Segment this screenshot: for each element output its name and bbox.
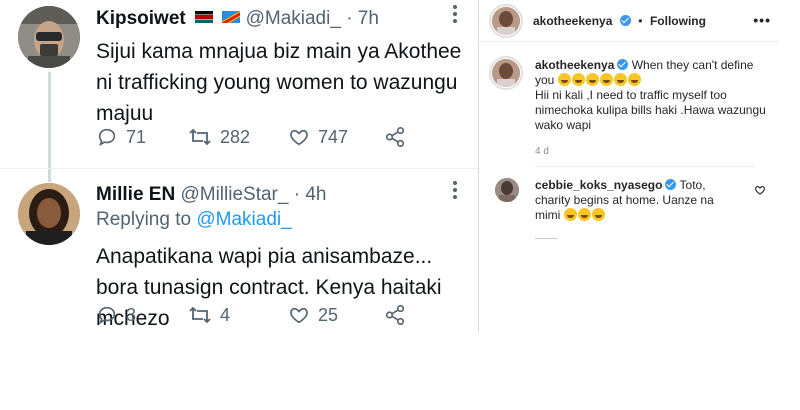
retweet-icon — [189, 128, 211, 146]
display-name[interactable]: Kipsoiwet — [96, 8, 186, 29]
verified-badge-icon — [617, 59, 629, 70]
comment-like-heart-icon[interactable] — [754, 183, 766, 201]
tweet-actions: 3 4 25 — [96, 304, 426, 332]
twitter-thread: Kipsoiwet @Makiadi_ · 7h Sijui kama mnaj… — [0, 0, 478, 336]
post-username[interactable]: akotheekenya — [533, 14, 612, 28]
tweet-actions: 71 282 747 — [96, 126, 426, 154]
user-handle[interactable]: @MillieStar_ — [180, 184, 288, 205]
user-handle[interactable]: @Makiadi_ — [246, 8, 341, 29]
comment: cebbie_koks_nyasego Toto, charity begins… — [535, 178, 735, 223]
tweet-time[interactable]: · 4h — [294, 184, 327, 205]
reply-count: 3 — [126, 304, 137, 325]
tweet-header: Millie EN @MillieStar_ · 4h — [96, 183, 326, 207]
retweet-button[interactable]: 282 — [188, 126, 250, 148]
more-options-icon[interactable] — [452, 180, 458, 206]
verified-badge-icon — [619, 15, 631, 26]
caption-avatar[interactable] — [492, 59, 520, 87]
retweet-count: 282 — [220, 126, 251, 147]
thread-connector — [48, 72, 51, 182]
like-button[interactable]: 747 — [288, 126, 348, 148]
reply-count: 71 — [126, 126, 147, 147]
mention-link[interactable]: @Makiadi_ — [196, 209, 291, 230]
avatar[interactable] — [18, 183, 80, 245]
like-button[interactable]: 25 — [288, 304, 338, 326]
instagram-post-comments: akotheekenya • Following ••• akotheekeny… — [478, 0, 779, 332]
reply-icon — [98, 306, 116, 325]
congo-flag-icon — [222, 11, 241, 23]
header-info: akotheekenya • Following — [533, 12, 706, 30]
caption-line2: Hii ni kali ,I need to traffic myself to… — [535, 88, 766, 132]
commenter-username[interactable]: cebbie_koks_nyasego — [535, 178, 662, 192]
laughing-emoji-icon — [563, 208, 606, 222]
share-icon — [385, 305, 405, 325]
view-replies-line[interactable] — [535, 238, 557, 239]
retweet-button[interactable]: 4 — [188, 304, 230, 326]
separator-dot: • — [638, 14, 643, 28]
laughing-emoji-icon — [557, 73, 642, 87]
caption-username[interactable]: akotheekenya — [535, 58, 614, 72]
avatar[interactable] — [492, 7, 520, 35]
post-caption: akotheekenya When they can't define you … — [535, 58, 773, 133]
share-button[interactable] — [384, 126, 406, 148]
ellipsis-icon[interactable]: ••• — [753, 12, 771, 28]
avatar[interactable] — [18, 6, 80, 68]
kenya-flag-icon — [195, 11, 214, 23]
verified-badge-icon — [665, 179, 677, 190]
retweet-count: 4 — [220, 304, 231, 325]
tweet[interactable]: Kipsoiwet @Makiadi_ · 7h Sijui kama mnaj… — [0, 0, 478, 182]
like-count: 747 — [318, 126, 349, 147]
post-header: akotheekenya • Following ••• — [479, 0, 779, 42]
commenter-avatar[interactable] — [495, 178, 519, 202]
share-button[interactable] — [384, 304, 406, 326]
share-icon — [385, 127, 405, 147]
replying-to: Replying to @Makiadi_ — [96, 209, 292, 231]
tweet-text: Sijui kama mnajua biz main ya Akothee ni… — [96, 40, 462, 125]
reply-button[interactable]: 71 — [96, 126, 146, 148]
post-time[interactable]: 4 d — [535, 146, 549, 157]
heart-icon — [290, 307, 308, 324]
heart-icon — [290, 129, 308, 146]
following-button[interactable]: Following — [650, 14, 706, 28]
tweet[interactable]: Millie EN @MillieStar_ · 4h Replying to … — [0, 168, 478, 336]
divider — [535, 166, 755, 167]
retweet-icon — [189, 306, 211, 324]
like-count: 25 — [318, 304, 339, 325]
more-options-icon[interactable] — [452, 4, 458, 30]
reply-icon — [98, 128, 116, 147]
display-name[interactable]: Millie EN — [96, 184, 175, 205]
replying-to-label: Replying to — [96, 209, 192, 230]
reply-button[interactable]: 3 — [96, 304, 136, 326]
tweet-time[interactable]: · 7h — [346, 8, 379, 29]
tweet-header: Kipsoiwet @Makiadi_ · 7h — [96, 7, 379, 31]
